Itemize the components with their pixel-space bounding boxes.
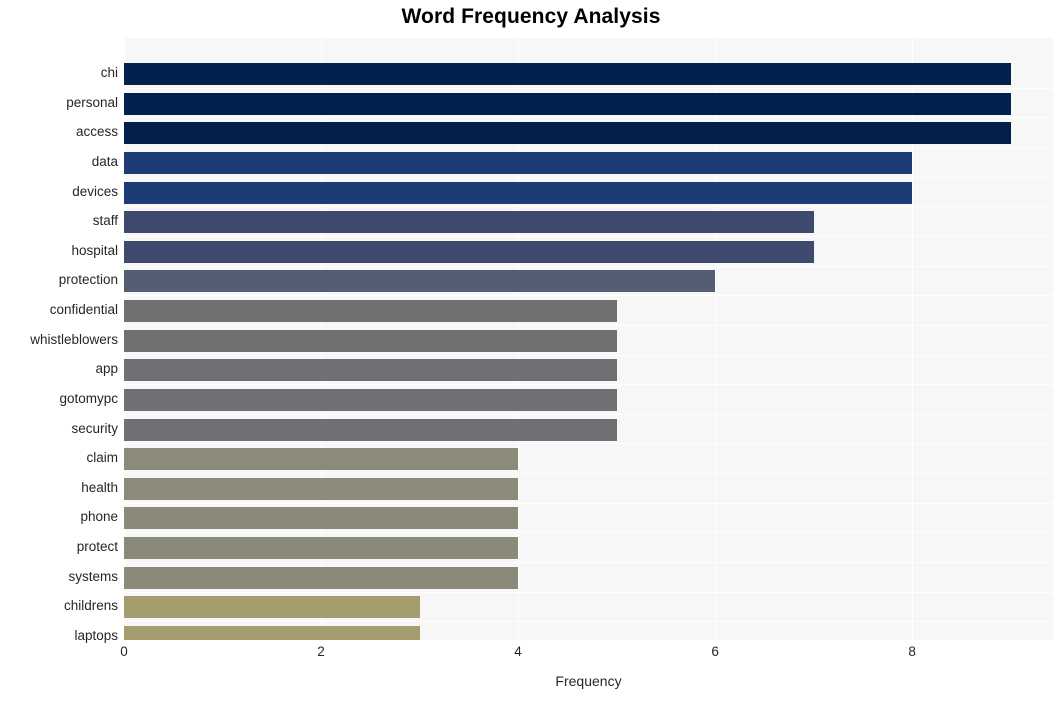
gridline-horizontal (124, 266, 1053, 267)
y-tick-label-devices: devices (72, 183, 118, 199)
gridline-horizontal (124, 117, 1053, 118)
y-tick-label-laptops: laptops (74, 628, 118, 643)
bar-app[interactable] (124, 359, 617, 382)
x-axis-tick-labels: 0 2 4 6 8 (120, 644, 1053, 668)
y-tick-label-protect: protect (76, 539, 118, 555)
bar-phone[interactable] (124, 507, 519, 530)
gridline-horizontal (124, 562, 1053, 563)
y-tick-label-staff: staff (92, 213, 118, 229)
gridline-horizontal (124, 532, 1053, 533)
y-tick-label-whistleblowers: whistleblowers (30, 331, 118, 347)
gridline-horizontal (124, 414, 1053, 415)
y-tick-label-childrens: childrens (63, 598, 118, 614)
gridline-horizontal (124, 325, 1053, 326)
chart-title: Word Frequency Analysis (401, 5, 661, 28)
x-tick-label-2: 2 (317, 644, 325, 659)
gridline-horizontal (124, 592, 1053, 593)
y-tick-label-data: data (91, 153, 118, 169)
gridline-horizontal (124, 473, 1053, 474)
x-tick-label-4: 4 (514, 644, 522, 659)
bar-protection[interactable] (124, 270, 716, 293)
bar-hospital[interactable] (124, 240, 814, 263)
x-axis-title: Frequency (555, 673, 622, 689)
plot-area (124, 38, 1053, 640)
bar-confidential[interactable] (124, 300, 617, 323)
y-tick-label-app: app (95, 361, 118, 377)
y-tick-label-claim: claim (86, 450, 118, 466)
bar-gotomypc[interactable] (124, 388, 617, 411)
gridline-horizontal (124, 384, 1053, 385)
gridline-horizontal (124, 621, 1053, 622)
bar-laptops[interactable] (124, 626, 420, 640)
y-tick-label-chi: chi (100, 65, 118, 80)
y-tick-label-systems: systems (68, 568, 118, 584)
gridline-horizontal (124, 88, 1053, 89)
y-tick-label-hospital: hospital (71, 242, 118, 258)
bar-health[interactable] (124, 477, 519, 500)
y-tick-label-confidential: confidential (49, 302, 118, 318)
bar-access[interactable] (124, 122, 1011, 145)
y-tick-label-personal: personal (66, 94, 118, 110)
bar-whistleblowers[interactable] (124, 329, 617, 352)
y-tick-label-gotomypc: gotomypc (59, 390, 118, 406)
bar-childrens[interactable] (124, 596, 420, 619)
y-tick-label-access: access (75, 124, 118, 140)
gridline-horizontal (124, 206, 1053, 207)
y-tick-label-phone: phone (80, 509, 118, 525)
y-tick-label-health: health (81, 479, 118, 495)
bar-staff[interactable] (124, 211, 814, 234)
bar-data[interactable] (124, 151, 913, 174)
word-frequency-chart: Word Frequency Analysis chi personal acces… (0, 0, 1062, 701)
bar-claim[interactable] (124, 448, 519, 471)
x-tick-label-8: 8 (908, 644, 916, 659)
y-tick-label-security: security (71, 420, 118, 436)
gridline-horizontal (124, 295, 1053, 296)
x-tick-label-0: 0 (120, 644, 128, 659)
y-axis-tick-labels: chi personal access data devices staff hospita… (0, 38, 118, 643)
bar-chi[interactable] (124, 63, 1011, 85)
gridline-horizontal (124, 147, 1053, 148)
gridline-horizontal (124, 236, 1053, 237)
bar-protect[interactable] (124, 537, 519, 560)
y-tick-label-protection: protection (58, 272, 118, 288)
gridline-horizontal (124, 177, 1053, 178)
bar-devices[interactable] (124, 181, 913, 204)
bar-personal[interactable] (124, 92, 1011, 115)
bar-security[interactable] (124, 418, 617, 441)
bar-systems[interactable] (124, 566, 519, 589)
x-tick-label-6: 6 (711, 644, 719, 659)
gridline-horizontal (124, 355, 1053, 356)
gridline-horizontal (124, 503, 1053, 504)
gridline-horizontal (124, 443, 1053, 444)
